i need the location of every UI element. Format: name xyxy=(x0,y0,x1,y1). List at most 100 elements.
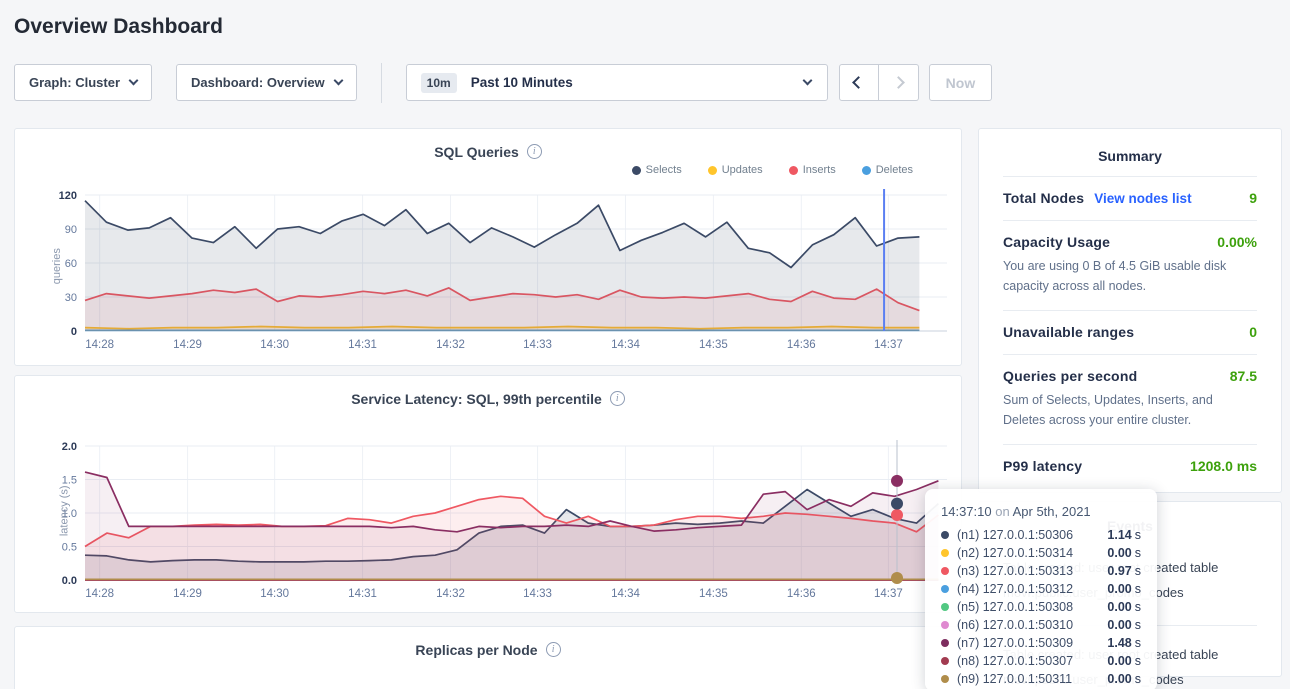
node-color-dot xyxy=(941,657,949,665)
svg-text:14:33: 14:33 xyxy=(523,588,552,600)
summary-row-p99-latency: P99 latency 1208.0 ms xyxy=(1003,444,1257,488)
svg-text:0.0: 0.0 xyxy=(62,575,77,587)
svg-text:14:32: 14:32 xyxy=(436,339,465,351)
sql-queries-chart[interactable]: 14:2814:2914:3014:3114:3214:3314:3414:35… xyxy=(21,179,955,357)
y-axis-label: queries xyxy=(51,248,63,284)
chevron-left-icon xyxy=(852,76,865,89)
tooltip-row-n4: (n4) 127.0.0.1:503120.00s xyxy=(941,580,1141,598)
node-color-dot xyxy=(941,549,949,557)
legend-item-updates: Updates xyxy=(708,164,763,176)
chart-legend: Selects Updates Inserts Deletes xyxy=(15,161,961,179)
node-color-dot xyxy=(941,639,949,647)
svg-text:14:36: 14:36 xyxy=(787,588,816,600)
p99-latency-value: 1208.0 ms xyxy=(1190,458,1257,474)
svg-text:14:31: 14:31 xyxy=(348,588,377,600)
chevron-down-icon xyxy=(333,76,343,86)
time-back-button[interactable] xyxy=(839,64,879,101)
node-color-dot xyxy=(941,585,949,593)
svg-text:14:35: 14:35 xyxy=(699,339,728,351)
info-icon[interactable]: i xyxy=(610,391,625,406)
tooltip-row-n3: (n3) 127.0.0.1:503130.97s xyxy=(941,562,1141,580)
service-latency-panel: Service Latency: SQL, 99th percentile i … xyxy=(14,375,962,613)
info-icon[interactable]: i xyxy=(527,144,542,159)
svg-text:14:28: 14:28 xyxy=(85,339,114,351)
replicas-per-node-panel: Replicas per Node i xyxy=(14,626,962,689)
now-button[interactable]: Now xyxy=(929,64,993,101)
dashboard-dropdown[interactable]: Dashboard: Overview xyxy=(176,64,357,101)
svg-text:14:28: 14:28 xyxy=(85,588,114,600)
svg-text:60: 60 xyxy=(65,258,77,270)
view-nodes-list-link[interactable]: View nodes list xyxy=(1094,191,1191,206)
summary-title: Summary xyxy=(1003,148,1257,164)
svg-text:0: 0 xyxy=(71,326,77,338)
svg-text:30: 30 xyxy=(65,292,77,304)
legend-dot xyxy=(632,166,641,175)
legend-item-deletes: Deletes xyxy=(862,164,913,176)
node-color-dot xyxy=(941,603,949,611)
chart-title: SQL Queries xyxy=(434,144,519,160)
charts-column: SQL Queries i Selects Updates Inserts De… xyxy=(14,128,962,689)
chevron-right-icon xyxy=(892,76,905,89)
tooltip-row-n2: (n2) 127.0.0.1:503140.00s xyxy=(941,544,1141,562)
summary-row-total-nodes: Total Nodes View nodes list 9 xyxy=(1003,176,1257,220)
svg-text:14:29: 14:29 xyxy=(173,339,202,351)
svg-text:2.0: 2.0 xyxy=(62,441,77,453)
svg-text:14:29: 14:29 xyxy=(173,588,202,600)
sql-queries-panel: SQL Queries i Selects Updates Inserts De… xyxy=(14,128,962,366)
chart-hover-tooltip: 14:37:10 on Apr 5th, 2021 (n1) 127.0.0.1… xyxy=(925,489,1157,689)
svg-text:14:33: 14:33 xyxy=(523,339,552,351)
legend-item-inserts: Inserts xyxy=(789,164,836,176)
time-step-buttons xyxy=(839,64,919,101)
legend-dot xyxy=(708,166,717,175)
toolbar: Graph: Cluster Dashboard: Overview 10m P… xyxy=(14,64,1276,101)
tooltip-row-n7: (n7) 127.0.0.1:503091.48s xyxy=(941,634,1141,652)
summary-row-capacity-usage: Capacity Usage 0.00% You are using 0 B o… xyxy=(1003,220,1257,310)
time-range-badge: 10m xyxy=(421,73,457,93)
tooltip-timestamp: 14:37:10 on Apr 5th, 2021 xyxy=(941,504,1141,519)
tooltip-row-n6: (n6) 127.0.0.1:503100.00s xyxy=(941,616,1141,634)
svg-text:14:30: 14:30 xyxy=(260,339,289,351)
service-latency-chart[interactable]: 14:28 14:29 14:30 14:31 14:32 14:33 14:34 14:35… xyxy=(21,426,955,608)
svg-text:0.5: 0.5 xyxy=(62,542,77,554)
svg-text:90: 90 xyxy=(65,224,77,236)
node-color-dot xyxy=(941,621,949,629)
page-title: Overview Dashboard xyxy=(14,15,1290,39)
graph-dropdown[interactable]: Graph: Cluster xyxy=(14,64,152,101)
legend-item-selects: Selects xyxy=(632,164,682,176)
graph-dropdown-label: Graph: Cluster xyxy=(29,75,120,90)
tooltip-row-n9: (n9) 127.0.0.1:503110.00s xyxy=(941,670,1141,688)
info-icon[interactable]: i xyxy=(546,642,561,657)
svg-text:14:32: 14:32 xyxy=(436,588,465,600)
node-color-dot xyxy=(941,531,949,539)
summary-row-queries-per-second: Queries per second 87.5 Sum of Selects, … xyxy=(1003,354,1257,444)
svg-text:120: 120 xyxy=(59,190,77,202)
chevron-down-icon xyxy=(129,76,139,86)
svg-text:14:34: 14:34 xyxy=(611,339,640,351)
y-axis-label: latency (s) xyxy=(58,485,70,536)
summary-row-unavailable-ranges: Unavailable ranges 0 xyxy=(1003,310,1257,354)
svg-text:14:35: 14:35 xyxy=(699,588,728,600)
svg-text:14:30: 14:30 xyxy=(260,588,289,600)
node-color-dot xyxy=(941,567,949,575)
chart-title: Service Latency: SQL, 99th percentile xyxy=(351,391,602,407)
svg-text:14:34: 14:34 xyxy=(611,588,640,600)
time-range-label: Past 10 Minutes xyxy=(471,75,573,90)
toolbar-divider xyxy=(381,63,382,103)
time-range-selector[interactable]: 10m Past 10 Minutes xyxy=(406,64,828,101)
chevron-down-icon xyxy=(802,76,812,86)
svg-text:14:37: 14:37 xyxy=(874,588,903,600)
dashboard-dropdown-label: Dashboard: Overview xyxy=(191,75,325,90)
svg-text:14:37: 14:37 xyxy=(874,339,903,351)
tooltip-row-n1: (n1) 127.0.0.1:503061.14s xyxy=(941,526,1141,544)
node-color-dot xyxy=(941,675,949,683)
tooltip-row-n5: (n5) 127.0.0.1:503080.00s xyxy=(941,598,1141,616)
chart-title: Replicas per Node xyxy=(415,642,537,658)
queries-per-second-value: 87.5 xyxy=(1230,368,1257,384)
legend-dot xyxy=(862,166,871,175)
time-forward-button[interactable] xyxy=(879,64,919,101)
capacity-usage-value: 0.00% xyxy=(1217,234,1257,250)
summary-panel: Summary Total Nodes View nodes list 9 Ca… xyxy=(978,128,1282,493)
legend-dot xyxy=(789,166,798,175)
tooltip-row-n8: (n8) 127.0.0.1:503070.00s xyxy=(941,652,1141,670)
svg-text:14:36: 14:36 xyxy=(787,339,816,351)
